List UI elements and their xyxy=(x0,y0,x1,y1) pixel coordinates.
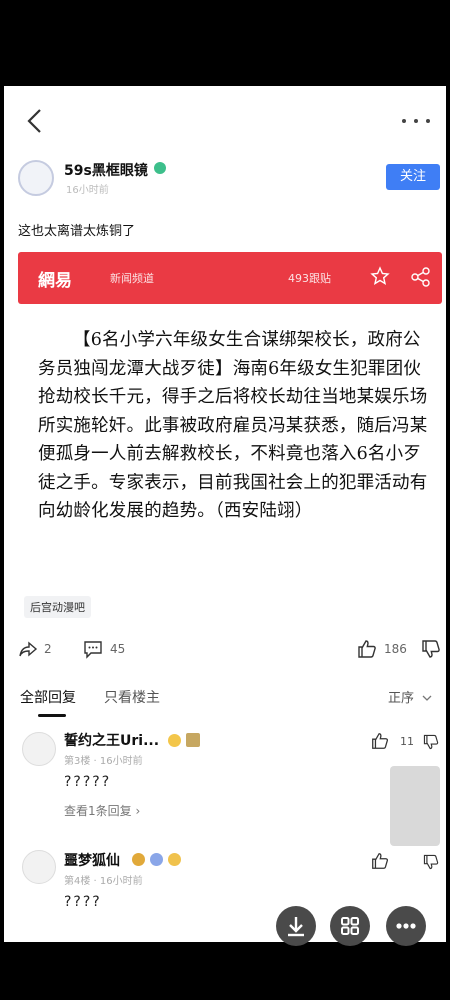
action-bar: 2 45 186 xyxy=(4,636,446,666)
verified-badge-icon xyxy=(154,162,166,174)
blurred-image xyxy=(390,766,440,846)
like-count: 186 xyxy=(384,642,407,656)
reply-avatar[interactable] xyxy=(22,850,56,884)
share-nodes-icon xyxy=(411,267,430,287)
author-row: 59s黑框眼镜 16小时前 关注 xyxy=(4,154,446,204)
grid-button[interactable] xyxy=(330,906,370,946)
more-icon[interactable] xyxy=(396,111,436,131)
reply-like-count: 11 xyxy=(400,735,414,748)
reply-tabs: 全部回复 只看楼主 正序 xyxy=(4,681,446,721)
ellipsis-icon xyxy=(396,923,416,929)
more-options-button[interactable] xyxy=(386,906,426,946)
view-replies-label: 查看1条回复 xyxy=(64,804,132,818)
banner-channel: 新闻频道 xyxy=(110,272,154,285)
view-replies-link[interactable]: 查看1条回复 › xyxy=(64,802,140,819)
thumbs-up-icon xyxy=(358,640,376,658)
download-icon xyxy=(288,917,304,937)
comment-count: 45 xyxy=(110,642,126,656)
sort-toggle[interactable]: 正序 xyxy=(388,687,432,706)
tab-active-indicator xyxy=(38,714,66,717)
star-icon xyxy=(370,266,390,285)
tab-host-only[interactable]: 只看楼主 xyxy=(104,687,160,707)
comment-icon xyxy=(84,641,102,659)
reply-thumbs-up-icon[interactable] xyxy=(370,851,390,871)
share-count: 2 xyxy=(44,642,52,656)
netease-logo: 網易 xyxy=(38,271,72,291)
reply-thumbs-down-icon[interactable] xyxy=(422,852,440,872)
reply-thumbs-up-icon[interactable] xyxy=(370,731,390,751)
banner-reply-count: 493跟贴 xyxy=(288,272,331,285)
tab-all-replies[interactable]: 全部回复 xyxy=(20,687,76,707)
grid-icon xyxy=(341,917,359,935)
news-banner: 網易 新闻频道 493跟贴 xyxy=(18,252,442,304)
reply-meta: 第3楼 · 16小时前 xyxy=(64,756,143,767)
comment-button[interactable]: 45 xyxy=(82,636,125,662)
reply-item: 噩梦狐仙 第4楼 · 16小时前 ???? xyxy=(4,842,446,942)
gift-badge-icon xyxy=(168,853,181,866)
screen: 59s黑框眼镜 16小时前 关注 这也太离谱太炼铜了 網易 新闻频道 493跟贴… xyxy=(4,86,446,942)
level-badge-icon xyxy=(168,734,181,747)
thumbs-down-icon[interactable] xyxy=(420,638,442,660)
post-time: 16小时前 xyxy=(66,185,109,196)
reply-thumbs-down-icon[interactable] xyxy=(422,732,440,752)
like-button[interactable]: 186 xyxy=(356,636,407,662)
top-bar xyxy=(4,86,446,154)
article-text: 【6名小学六年级女生合谋绑架校长，政府公务员独闯龙潭大战歹徒】海南6年级女生犯罪… xyxy=(38,330,428,521)
forum-tag[interactable]: 后宫动漫吧 xyxy=(24,596,91,618)
diamond-badge-icon xyxy=(150,853,163,866)
share-arrow-icon xyxy=(19,641,38,657)
reply-avatar[interactable] xyxy=(22,732,56,766)
chevron-right-icon: › xyxy=(135,804,141,818)
reply-author-name[interactable]: 誓约之王Uri... xyxy=(64,730,159,750)
author-name[interactable]: 59s黑框眼镜 xyxy=(64,160,148,180)
post-text: 这也太离谱太炼铜了 xyxy=(18,224,136,239)
share-button[interactable]: 2 xyxy=(18,636,52,662)
back-arrow-icon[interactable] xyxy=(22,106,48,136)
follow-button[interactable]: 关注 xyxy=(386,164,440,190)
reply-text: ????? xyxy=(64,774,112,790)
download-button[interactable] xyxy=(276,906,316,946)
reply-item: 誓约之王Uri... 第3楼 · 16小时前 ????? 查看1条回复 › 11 xyxy=(4,726,446,826)
sort-label: 正序 xyxy=(388,691,415,706)
reply-text: ???? xyxy=(64,894,102,910)
member-badge-icon xyxy=(186,733,200,747)
crown-badge-icon xyxy=(132,853,145,866)
avatar[interactable] xyxy=(18,160,54,196)
reply-author-name[interactable]: 噩梦狐仙 xyxy=(64,850,120,870)
reply-meta: 第4楼 · 16小时前 xyxy=(64,876,143,887)
chevron-down-icon xyxy=(422,695,432,701)
